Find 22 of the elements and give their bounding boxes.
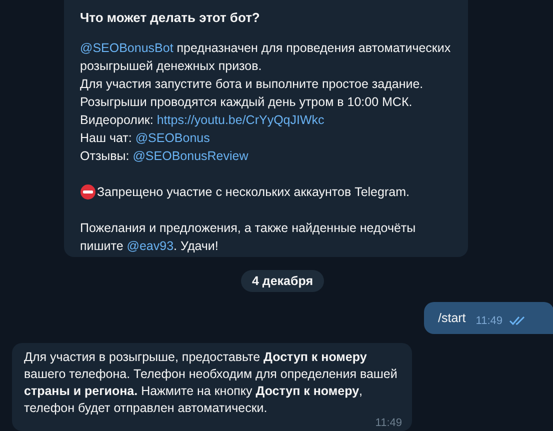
link[interactable]: @eav93 [126, 237, 174, 255]
info-line: Розыгрыши проводятся каждый день утром в 10:00 МСК. [80, 94, 414, 111]
message-time: 11:49 [476, 315, 503, 327]
link[interactable]: @SEOBonus [135, 129, 210, 147]
info-line: Видеоролик: https://youtu.be/CrYyQqJIWkc [80, 111, 326, 129]
info-line: пишите @eav93. Удачи! [80, 237, 220, 255]
info-line: Наш чат: @SEOBonus [80, 129, 211, 147]
info-line: Отзывы: @SEOBonusReview [80, 147, 250, 165]
info-line: Пожелания и предложения, а также найденные недочёты [80, 220, 417, 237]
link[interactable]: @SEOBonusReview [132, 147, 248, 165]
message-text: Для участия в розыгрыше, предоставьте Доступ к номеру вашего телефона. Телефон необходим для определения вашей страны и региона. Нажмите на кнопку Доступ к номеру, телефон будет отправлен автоматически. [24, 349, 398, 417]
info-line: розыгрышей денежных призов. [80, 58, 263, 75]
link[interactable]: https://youtu.be/CrYyQqJIWkc [156, 111, 324, 129]
info-line: Для участия запустите бота и выполните простое задание. [80, 76, 424, 93]
message-text: /start [438, 311, 466, 325]
no-entry-icon [80, 184, 96, 200]
info-line: @SEOBonusBot предназначен для проведения автоматических [80, 39, 452, 57]
info-line: Запрещено участие с нескольких аккаунтов Telegram. [80, 183, 462, 201]
bot-info-title: Что может делать этот бот? [80, 9, 261, 27]
link[interactable]: @SEOBonusBot [80, 39, 174, 57]
message-time: 11:49 [375, 417, 402, 429]
date-separator: 4 декабря [240, 270, 324, 292]
